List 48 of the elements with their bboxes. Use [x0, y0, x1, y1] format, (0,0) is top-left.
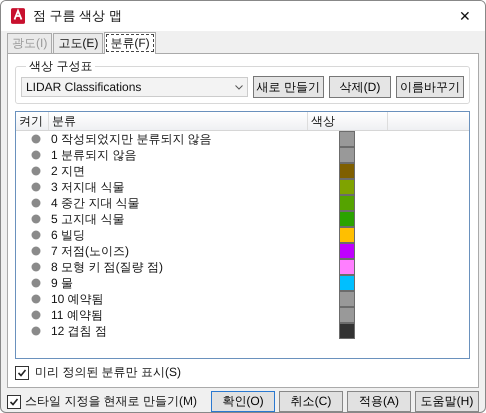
- scheme-dropdown[interactable]: LIDAR Classifications: [21, 77, 248, 97]
- classification-name: 5 고지대 식물: [50, 210, 126, 228]
- color-swatch[interactable]: [339, 275, 355, 291]
- tab[interactable]: 고도(E): [53, 33, 104, 53]
- dialog-button[interactable]: 도움말(H): [415, 391, 479, 412]
- classification-name: 11 예약됨: [50, 306, 104, 324]
- column-header[interactable]: 색상: [308, 112, 388, 130]
- dialog-button[interactable]: 적용(A): [347, 391, 411, 412]
- predefined-checkbox[interactable]: 미리 정의된 분류만 표시(S): [15, 364, 470, 381]
- classification-name: 0 작성되었지만 분류되지 않음: [50, 130, 213, 148]
- color-swatch[interactable]: [339, 307, 355, 323]
- classification-name: 9 물: [50, 274, 74, 292]
- color-swatch[interactable]: [339, 291, 355, 307]
- classification-name: 7 저점(노이즈): [50, 242, 130, 260]
- chevron-down-icon: [234, 84, 243, 90]
- column-header[interactable]: 분류: [49, 112, 308, 130]
- dialog-button[interactable]: 확인(O): [211, 391, 275, 412]
- dialog-button[interactable]: 취소(C): [279, 391, 343, 412]
- group-label: 색상 구성표: [26, 58, 96, 75]
- color-swatch[interactable]: [339, 243, 355, 259]
- app-logo-icon: [11, 8, 25, 24]
- scheme-button[interactable]: 새로 만들기: [252, 76, 324, 98]
- color-swatch[interactable]: [339, 227, 355, 243]
- color-swatch[interactable]: [339, 147, 355, 163]
- color-swatch[interactable]: [339, 259, 355, 275]
- color-swatch[interactable]: [339, 211, 355, 227]
- classification-name: 8 모형 키 점(질량 점): [50, 258, 164, 276]
- checkmark-icon: [9, 396, 19, 406]
- classification-name: 2 지면: [50, 162, 86, 180]
- color-swatch[interactable]: [339, 131, 355, 147]
- checkmark-icon: [17, 368, 27, 378]
- close-button[interactable]: ✕: [455, 8, 475, 24]
- make-current-checkbox[interactable]: 스타일 지정을 현재로 만들기(M): [7, 393, 207, 410]
- classification-name: 1 분류되지 않음: [50, 146, 138, 164]
- classification-name: 10 예약됨: [50, 290, 105, 308]
- classification-name: 3 저지대 식물: [50, 178, 126, 196]
- window-title: 점 구름 색상 맵: [33, 7, 123, 25]
- scheme-button[interactable]: 삭제(D): [329, 76, 391, 98]
- classification-name: 12 겹침 점: [50, 322, 108, 340]
- classification-name: 4 중간 지대 식물: [50, 194, 141, 212]
- color-swatch[interactable]: [339, 323, 355, 339]
- color-swatch[interactable]: [339, 195, 355, 211]
- scheme-button[interactable]: 이름바꾸기: [396, 76, 464, 98]
- classification-name: 6 빌딩: [50, 226, 86, 244]
- tab[interactable]: 분류(F): [104, 32, 156, 54]
- color-swatch[interactable]: [339, 163, 355, 179]
- color-swatch[interactable]: [339, 179, 355, 195]
- column-header[interactable]: 켜기: [16, 112, 49, 130]
